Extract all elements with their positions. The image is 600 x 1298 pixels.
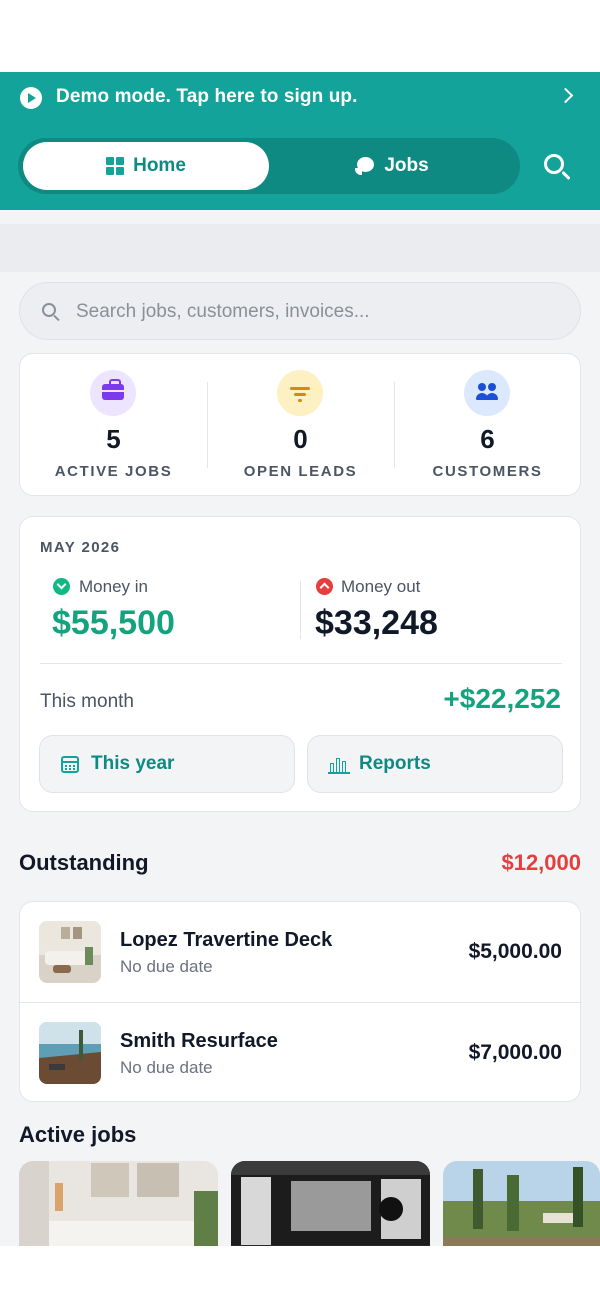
money-out-amount: $33,248: [315, 604, 438, 642]
divider: [40, 663, 562, 664]
stats-card: 5 ACTIVE JOBS 0 OPEN LEADS 6 CUSTOMERS: [19, 353, 581, 496]
reports-button[interactable]: Reports: [307, 735, 563, 793]
money-in-amount: $55,500: [52, 604, 175, 642]
header-search-button[interactable]: [540, 150, 574, 184]
list-item[interactable]: Lopez Travertine Deck No due date $5,000…: [20, 902, 580, 1002]
people-icon: [464, 370, 510, 416]
divider: [300, 581, 301, 639]
chat-bubble-icon: [355, 157, 375, 175]
net-amount: +$22,252: [443, 683, 561, 714]
invoice-name: Smith Resurface: [120, 1030, 278, 1052]
play-circle-icon: [20, 87, 42, 109]
demo-mode-banner[interactable]: Demo mode. Tap here to sign up.: [0, 72, 600, 124]
stat-label: OPEN LEADS: [243, 463, 358, 480]
home-content[interactable]: Search jobs, customers, invoices... 5 AC…: [0, 210, 600, 1246]
money-in-label: Money in: [79, 577, 148, 596]
active-jobs-carousel[interactable]: [19, 1161, 600, 1246]
job-thumbnail: [39, 921, 101, 983]
job-card[interactable]: [443, 1161, 600, 1246]
job-card[interactable]: [19, 1161, 218, 1246]
search-input[interactable]: Search jobs, customers, invoices...: [19, 282, 581, 340]
job-card[interactable]: [231, 1161, 430, 1246]
outstanding-title: Outstanding: [19, 850, 149, 875]
invoice-due: No due date: [120, 1058, 213, 1077]
demo-banner-text: Demo mode. Tap here to sign up.: [56, 86, 358, 107]
tab-jobs[interactable]: Jobs: [269, 142, 515, 190]
this-year-button[interactable]: This year: [39, 735, 295, 793]
filter-icon: [277, 370, 323, 416]
briefcase-icon: [90, 370, 136, 416]
arrow-down-circle-icon: [53, 578, 70, 595]
tab-jobs-label: Jobs: [384, 155, 429, 176]
grid-icon: [106, 157, 125, 175]
invoice-amount: $7,000.00: [468, 1041, 562, 1064]
invoice-due: No due date: [120, 957, 213, 976]
stat-label: ACTIVE JOBS: [54, 463, 173, 480]
chevron-right-icon: [557, 87, 574, 104]
invoice-amount: $5,000.00: [468, 940, 562, 963]
this-month-label: This month: [40, 691, 134, 712]
active-jobs-title: Active jobs: [19, 1122, 137, 1147]
money-summary-card: MAY 2026 Money in $55,500 Money out $33,…: [19, 516, 581, 812]
pull-refresh-band: [0, 224, 600, 272]
money-out-label: Money out: [341, 577, 421, 596]
app-header: Demo mode. Tap here to sign up. Home Job…: [0, 72, 600, 210]
stat-value: 6: [480, 424, 495, 454]
outstanding-list: Lopez Travertine Deck No due date $5,000…: [19, 901, 581, 1102]
list-item[interactable]: Smith Resurface No due date $7,000.00: [20, 1002, 580, 1101]
this-year-label: This year: [91, 753, 175, 774]
job-thumbnail: [39, 1022, 101, 1084]
search-icon: [544, 154, 564, 174]
stat-label: CUSTOMERS: [432, 463, 543, 480]
tab-home-label: Home: [133, 155, 186, 176]
reports-label: Reports: [359, 753, 431, 774]
status-bar-area: [0, 0, 600, 72]
stat-value: 0: [293, 424, 308, 454]
arrow-up-circle-icon: [316, 578, 333, 595]
search-icon: [42, 303, 60, 322]
stat-active-jobs[interactable]: 5 ACTIVE JOBS: [20, 354, 207, 497]
stat-open-leads[interactable]: 0 OPEN LEADS: [207, 354, 394, 497]
outstanding-total: $12,000: [501, 850, 581, 875]
home-indicator-area: [0, 1246, 600, 1298]
tab-home[interactable]: Home: [23, 142, 269, 190]
period-label: MAY 2026: [40, 539, 121, 556]
search-placeholder: Search jobs, customers, invoices...: [76, 301, 370, 322]
stat-customers[interactable]: 6 CUSTOMERS: [394, 354, 581, 497]
bar-chart-icon: [328, 755, 350, 774]
main-tab-switcher: Home Jobs: [18, 138, 520, 194]
stat-value: 5: [106, 424, 121, 454]
calendar-icon: [61, 756, 79, 773]
invoice-name: Lopez Travertine Deck: [120, 929, 333, 951]
